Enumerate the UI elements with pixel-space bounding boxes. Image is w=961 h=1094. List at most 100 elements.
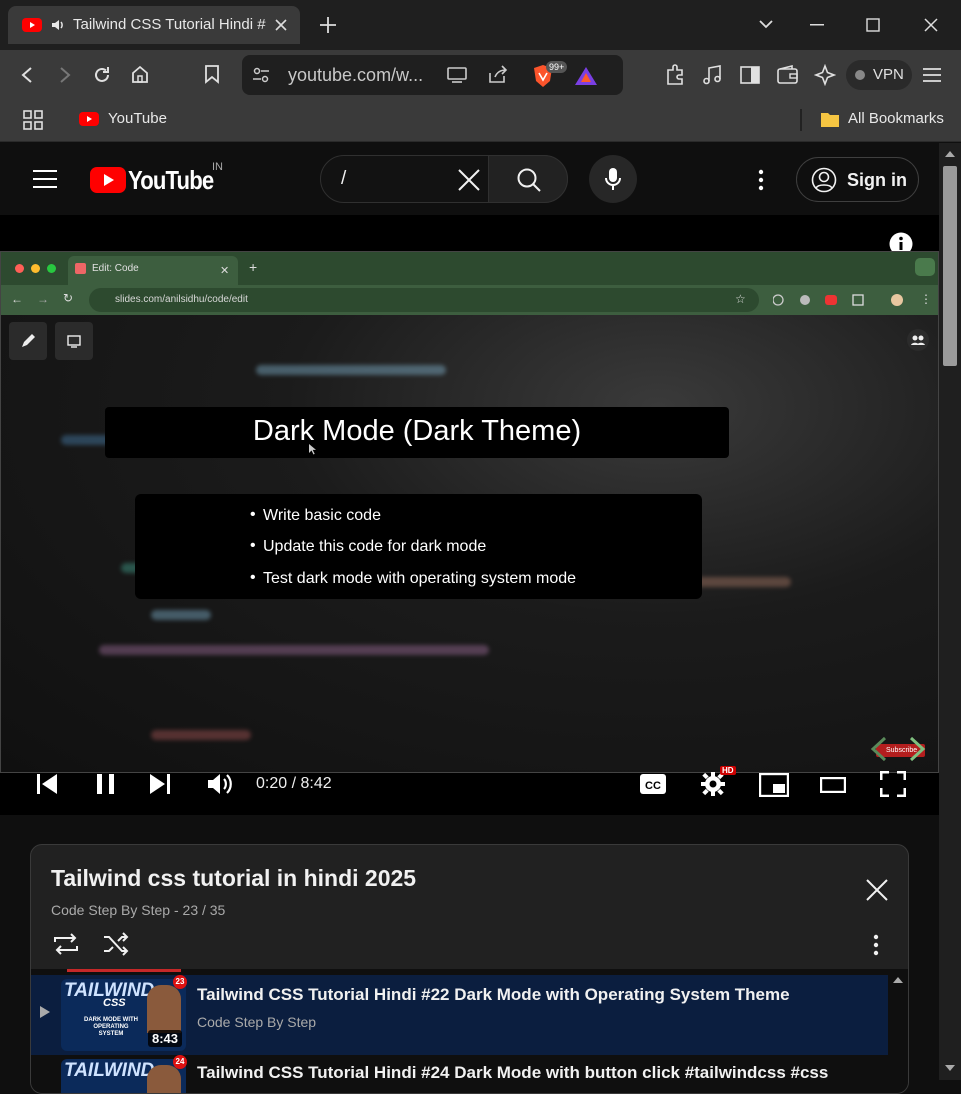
cast-icon[interactable] [446, 66, 468, 84]
scroll-down-arrow-icon[interactable] [945, 1065, 955, 1071]
youtube-logo[interactable]: YouTube IN [90, 161, 223, 197]
microphone-icon [604, 167, 622, 191]
bookmark-icon[interactable] [204, 64, 220, 84]
theater-mode-icon[interactable] [820, 777, 846, 793]
scroll-up-arrow-icon[interactable] [945, 151, 955, 157]
slide-bullet-box: Write basic code Update this code for da… [135, 494, 702, 599]
vpn-button[interactable]: VPN [846, 60, 912, 90]
mouse-cursor-icon [309, 444, 317, 455]
audio-playing-icon[interactable] [50, 17, 66, 33]
browser-tab[interactable]: Tailwind CSS Tutorial Hindi # [8, 6, 300, 44]
video-frame: Edit: Code ✕ + ← → ↻ slides.com/anilsidh… [0, 251, 939, 773]
bookmarks-bar: YouTube All Bookmarks [0, 100, 961, 142]
now-playing-icon [40, 1006, 50, 1018]
minimize-icon[interactable] [810, 24, 824, 26]
bookmark-youtube[interactable]: YouTube [79, 100, 169, 140]
previous-video-icon[interactable] [36, 773, 58, 795]
search-button[interactable] [488, 155, 568, 203]
brave-rewards-icon[interactable] [574, 66, 598, 86]
account-icon [811, 167, 837, 193]
svg-text:CC: CC [645, 780, 661, 792]
youtube-favicon-icon [22, 18, 42, 32]
playlist-item[interactable]: TAILWIND 24 Tailwind CSS Tutorial Hindi … [31, 1055, 888, 1093]
slide-bullet: Write basic code [250, 506, 381, 525]
playlist-more-icon[interactable] [873, 934, 879, 956]
video-player[interactable]: Edit: Code ✕ + ← → ↻ slides.com/anilsidh… [0, 215, 939, 815]
clear-search-icon[interactable] [457, 168, 481, 192]
new-tab-icon[interactable] [318, 15, 338, 35]
url-text[interactable]: youtube.com/w... [288, 65, 423, 86]
present-tool-icon [55, 322, 93, 360]
site-settings-icon[interactable] [252, 66, 270, 84]
country-code: IN [212, 161, 223, 173]
scrollbar-thumb[interactable] [943, 166, 957, 366]
menu-icon[interactable] [922, 67, 942, 83]
media-icon[interactable] [702, 64, 722, 86]
episode-badge: 24 [173, 1055, 187, 1069]
pause-icon[interactable] [96, 773, 116, 795]
tab-search-chevron-icon[interactable] [758, 18, 774, 30]
video-address-bar: slides.com/anilsidhu/code/edit ☆ [89, 288, 759, 312]
captions-icon[interactable]: CC [639, 773, 667, 795]
sidebar-icon[interactable] [740, 66, 760, 84]
close-playlist-icon[interactable] [865, 878, 889, 902]
extensions-icon[interactable] [664, 64, 686, 86]
time-display: 0:20 / 8:42 [256, 775, 332, 792]
slide-bullet: Test dark mode with operating system mod… [250, 569, 576, 588]
forward-icon[interactable] [58, 66, 72, 84]
close-tab-icon[interactable] [274, 18, 288, 32]
address-bar[interactable]: youtube.com/w... 99+ [242, 55, 623, 95]
video-new-tab-icon: + [249, 259, 258, 275]
share-icon[interactable] [487, 65, 509, 85]
back-icon[interactable] [20, 66, 34, 84]
reload-icon[interactable] [92, 65, 112, 85]
more-options-icon[interactable] [758, 169, 764, 191]
playlist-separator: - [173, 902, 183, 918]
youtube-favicon-icon [79, 112, 99, 126]
fullscreen-icon[interactable] [880, 771, 906, 797]
youtube-header: YouTube IN / Sign in [0, 143, 939, 215]
loop-icon[interactable] [52, 932, 80, 956]
thumbnail-presenter [147, 985, 181, 1033]
bookmark-label: All Bookmarks [848, 110, 944, 127]
leo-ai-icon[interactable] [814, 64, 836, 86]
playlist-item-current[interactable]: TAILWIND CSS DARK MODE WITH OPERATING SY… [31, 975, 888, 1055]
video-thumbnail[interactable]: TAILWIND CSS DARK MODE WITH OPERATING SY… [61, 979, 186, 1051]
video-tab-close-icon: ✕ [220, 265, 230, 277]
playlist-item-title[interactable]: Tailwind CSS Tutorial Hindi #22 Dark Mod… [197, 985, 790, 1005]
shuffle-icon[interactable] [102, 932, 130, 956]
all-bookmarks-folder[interactable]: All Bookmarks [820, 100, 950, 140]
playlist-scroll-indicator [67, 969, 181, 972]
close-window-icon[interactable] [924, 18, 938, 32]
thumbnail-caption: DARK MODE WITH OPERATING SYSTEM [84, 1017, 138, 1037]
list-scroll-up-icon[interactable] [893, 977, 903, 983]
video-url-text: slides.com/anilsidhu/code/edit [115, 294, 248, 305]
sign-in-button[interactable]: Sign in [796, 157, 919, 202]
pen-tool-icon [9, 322, 47, 360]
playlist-title[interactable]: Tailwind css tutorial in hindi 2025 [51, 865, 416, 892]
wallet-icon[interactable] [777, 65, 799, 85]
voice-search-button[interactable] [589, 155, 637, 203]
guide-menu-icon[interactable] [33, 169, 57, 189]
search-query[interactable]: / [341, 168, 346, 190]
traffic-light-min [31, 264, 40, 273]
playlist-panel: Tailwind css tutorial in hindi 2025 Code… [30, 844, 909, 1094]
home-icon[interactable] [130, 64, 150, 84]
apps-grid-icon[interactable] [23, 110, 43, 130]
maximize-icon[interactable] [866, 18, 880, 32]
next-video-icon[interactable] [149, 773, 171, 795]
youtube-wordmark: YouTube [128, 165, 214, 195]
playlist-channel[interactable]: Code Step By Step [51, 902, 170, 918]
miniplayer-icon[interactable] [759, 773, 789, 797]
video-extension-icons [773, 293, 913, 307]
vpn-label: VPN [873, 66, 904, 83]
page-scrollbar[interactable] [939, 143, 961, 1080]
bookmarks-divider [800, 109, 802, 131]
browser-tab-bar: Tailwind CSS Tutorial Hindi # [0, 0, 961, 50]
volume-icon[interactable] [206, 772, 234, 796]
playlist-item-title[interactable]: Tailwind CSS Tutorial Hindi #24 Dark Mod… [197, 1063, 828, 1083]
playlist-item-channel[interactable]: Code Step By Step [197, 1014, 316, 1030]
folder-icon [820, 110, 840, 128]
video-thumbnail[interactable]: TAILWIND [61, 1059, 186, 1093]
browser-toolbar: youtube.com/w... 99+ VPN [0, 50, 961, 100]
